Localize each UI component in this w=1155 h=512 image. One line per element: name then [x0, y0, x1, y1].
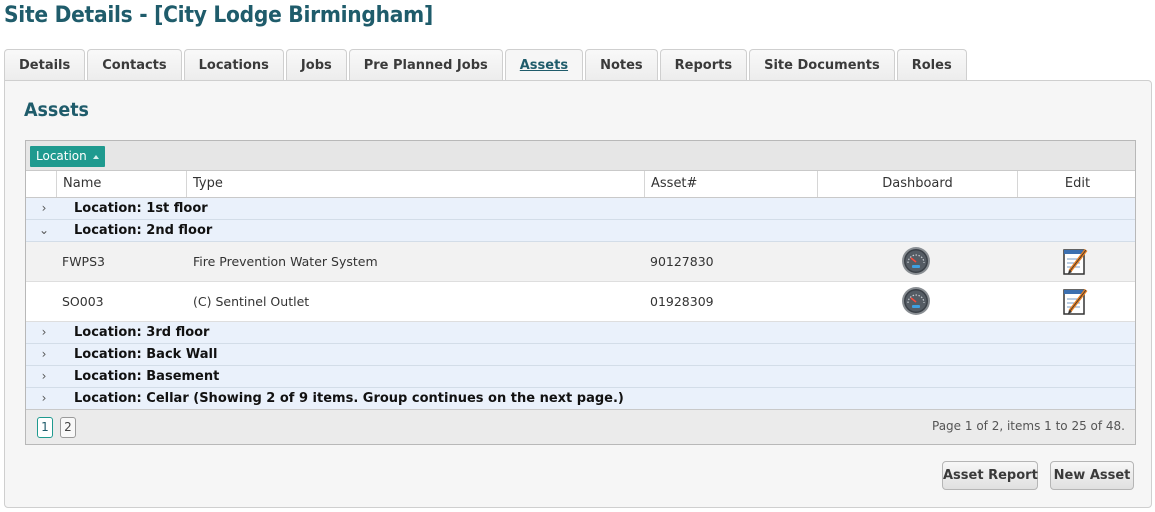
tab-pre-planned-jobs[interactable]: Pre Planned Jobs [348, 49, 503, 81]
tab-contacts[interactable]: Contacts [87, 49, 182, 81]
chevron-right-icon[interactable]: › [38, 366, 50, 387]
column-header-type[interactable]: Type [186, 171, 644, 197]
tab-details[interactable]: Details [4, 49, 86, 81]
group-by-bar: Location [26, 141, 1135, 171]
chevron-down-icon[interactable]: ⌄ [38, 220, 50, 241]
chevron-right-icon[interactable]: › [38, 322, 50, 343]
tab-jobs[interactable]: Jobs [285, 49, 347, 81]
group-label: Location: Basement [74, 369, 220, 384]
grid-header: Name Type Asset# Dashboard Edit [26, 171, 1135, 198]
tab-site-documents[interactable]: Site Documents [749, 49, 895, 81]
asset-type: Fire Prevention Water System [193, 254, 378, 269]
asset-report-button[interactable]: Asset Report [942, 461, 1038, 490]
group-label: Location: Back Wall [74, 347, 218, 362]
grid-pager: 1 2 Page 1 of 2, items 1 to 25 of 48. [26, 409, 1135, 444]
table-row: SO003 (C) Sentinel Outlet 01928309 [26, 282, 1135, 322]
edit-notepad-icon[interactable] [1062, 246, 1090, 276]
column-header-dashboard: Dashboard [817, 171, 1017, 197]
tab-bar: Details Contacts Locations Jobs Pre Plan… [4, 49, 969, 82]
asset-name: SO003 [62, 294, 104, 309]
group-row-cellar[interactable]: › Location: Cellar (Showing 2 of 9 items… [26, 388, 1135, 410]
page-button-2[interactable]: 2 [60, 417, 76, 438]
tab-assets[interactable]: Assets [504, 49, 584, 82]
asset-number: 90127830 [650, 254, 714, 269]
group-row-3rd-floor[interactable]: › Location: 3rd floor [26, 322, 1135, 344]
group-row-2nd-floor[interactable]: ⌄ Location: 2nd floor [26, 220, 1135, 242]
tab-locations[interactable]: Locations [183, 49, 284, 81]
group-by-location-chip[interactable]: Location [30, 146, 105, 167]
group-label: Location: Cellar (Showing 2 of 9 items. … [74, 391, 624, 406]
asset-type: (C) Sentinel Outlet [193, 294, 310, 309]
chevron-right-icon[interactable]: › [38, 344, 50, 365]
assets-grid: Location Name Type Asset# Dashboard Edit… [25, 140, 1136, 445]
sort-ascending-icon [92, 154, 99, 159]
column-header-name[interactable]: Name [56, 171, 186, 197]
asset-name: FWPS3 [62, 254, 105, 269]
column-header-edit: Edit [1017, 171, 1135, 197]
tab-reports[interactable]: Reports [659, 49, 748, 81]
new-asset-button[interactable]: New Asset [1050, 461, 1134, 490]
edit-notepad-icon[interactable] [1062, 286, 1090, 316]
tab-notes[interactable]: Notes [585, 49, 658, 81]
chevron-right-icon[interactable]: › [38, 198, 50, 219]
assets-panel: Assets Location Name Type Asset# Dashboa… [4, 80, 1152, 508]
chevron-right-icon[interactable]: › [38, 388, 50, 409]
group-row-back-wall[interactable]: › Location: Back Wall [26, 344, 1135, 366]
group-label: Location: 2nd floor [74, 223, 213, 238]
group-label: Location: 3rd floor [74, 325, 210, 340]
pager-info: Page 1 of 2, items 1 to 25 of 48. [932, 419, 1125, 433]
page-button-1[interactable]: 1 [37, 417, 53, 438]
tab-roles[interactable]: Roles [896, 49, 967, 81]
column-header-asset-number[interactable]: Asset# [644, 171, 817, 197]
table-row: FWPS3 Fire Prevention Water System 90127… [26, 242, 1135, 282]
group-row-1st-floor[interactable]: › Location: 1st floor [26, 198, 1135, 220]
asset-number: 01928309 [650, 294, 714, 309]
group-row-basement[interactable]: › Location: Basement [26, 366, 1135, 388]
group-label: Location: 1st floor [74, 201, 208, 216]
gauge-icon[interactable] [901, 246, 931, 276]
section-title: Assets [24, 99, 89, 121]
gauge-icon[interactable] [901, 286, 931, 316]
page-title: Site Details - [City Lodge Birmingham] [4, 3, 433, 28]
group-chip-label: Location [36, 149, 87, 163]
